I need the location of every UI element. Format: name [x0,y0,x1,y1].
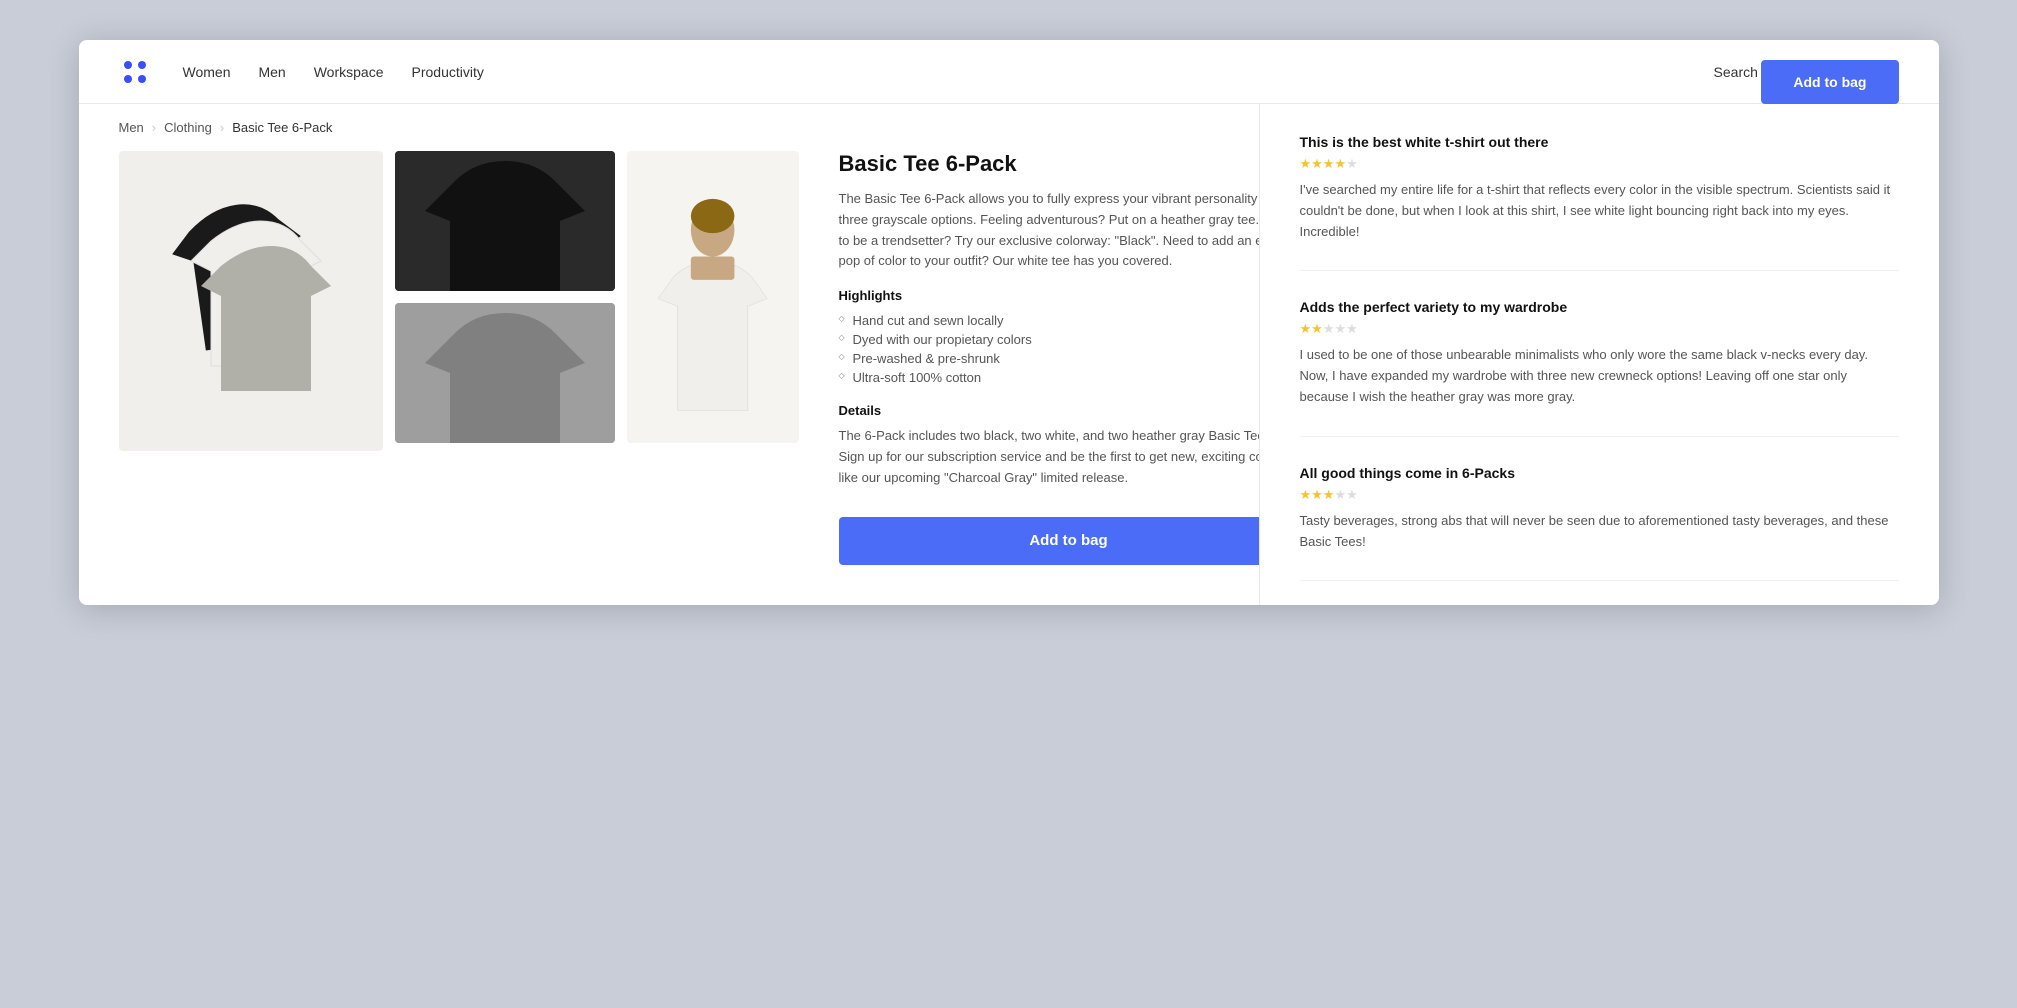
product-description: The Basic Tee 6-Pack allows you to fully… [839,189,1299,272]
product-title: Basic Tee 6-Pack [839,151,1299,177]
breadcrumb-current: Basic Tee 6-Pack [232,120,332,135]
nav-item-workspace[interactable]: Workspace [314,64,384,80]
review-text-2: I used to be one of those unbearable min… [1300,345,1899,407]
breadcrumb-clothing[interactable]: Clothing [164,120,212,135]
top-add-to-bag-button[interactable]: Add to bag [1761,60,1898,104]
review-text-1: I've searched my entire life for a t-shi… [1300,180,1899,242]
breadcrumb-men[interactable]: Men [119,120,144,135]
review-stars-3: ★★★★★ [1300,487,1899,503]
review-item-3: All good things come in 6-Packs ★★★★★ Ta… [1300,465,1899,582]
product-image-column [395,151,615,565]
logo[interactable] [119,56,151,88]
main-nav: Women Men Workspace Productivity [183,64,1714,80]
reviews-panel: This is the best white t-shirt out there… [1259,104,1939,605]
header: Women Men Workspace Productivity Search … [79,40,1939,104]
highlight-item: Hand cut and sewn locally [839,311,1299,330]
review-text-3: Tasty beverages, strong abs that will ne… [1300,511,1899,553]
review-title-1: This is the best white t-shirt out there [1300,134,1899,150]
page-container: Add to bag Women Men Workspace Productiv… [79,40,1939,605]
product-image-black[interactable] [395,151,615,291]
review-item-2: Adds the perfect variety to my wardrobe … [1300,299,1899,436]
details-text: The 6-Pack includes two black, two white… [839,426,1299,488]
review-stars-1: ★★★★★ [1300,156,1899,172]
highlights-title: Highlights [839,288,1299,303]
highlight-item: Pre-washed & pre-shrunk [839,349,1299,368]
add-to-bag-button-bottom[interactable]: Add to bag [839,517,1299,565]
product-images [119,151,799,565]
highlights-list: Hand cut and sewn locally Dyed with our … [839,311,1299,387]
product-info: Basic Tee 6-Pack The Basic Tee 6-Pack al… [839,151,1299,565]
review-title-3: All good things come in 6-Packs [1300,465,1899,481]
product-image-gray[interactable] [395,303,615,443]
nav-item-productivity[interactable]: Productivity [412,64,484,80]
nav-item-women[interactable]: Women [183,64,231,80]
details-title: Details [839,403,1299,418]
review-stars-2: ★★★★★ [1300,321,1899,337]
product-image-model[interactable] [627,151,798,443]
highlight-item: Ultra-soft 100% cotton [839,368,1299,387]
nav-item-men[interactable]: Men [258,64,285,80]
highlight-item: Dyed with our propietary colors [839,330,1299,349]
breadcrumb-sep-2: › [220,120,224,135]
search-button[interactable]: Search [1714,64,1758,80]
product-main-image[interactable] [119,151,384,451]
review-title-2: Adds the perfect variety to my wardrobe [1300,299,1899,315]
review-item-1: This is the best white t-shirt out there… [1300,134,1899,271]
breadcrumb-sep-1: › [152,120,156,135]
